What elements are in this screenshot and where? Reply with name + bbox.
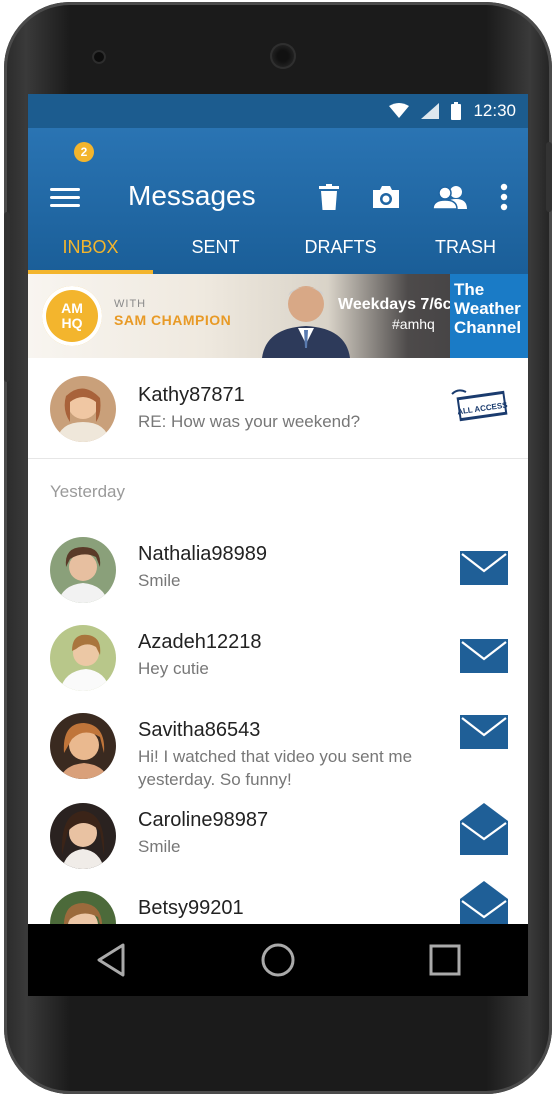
pinned-message-row[interactable]: Kathy87871 RE: How was your weekend? ALL… xyxy=(28,358,528,459)
front-camera xyxy=(92,50,106,64)
avatar[interactable] xyxy=(50,625,116,691)
tab-sent[interactable]: SENT xyxy=(153,222,278,274)
volume-button xyxy=(4,212,10,382)
signal-icon xyxy=(421,103,440,119)
message-preview: Smile xyxy=(138,837,181,856)
sender-name: Azadeh12218 xyxy=(138,631,262,653)
sender-name: Betsy99201 xyxy=(138,897,244,919)
tab-bar: INBOX SENT DRAFTS TRASH xyxy=(28,222,528,274)
power-button xyxy=(546,142,552,212)
avatar[interactable] xyxy=(50,803,116,869)
envelope-open-icon[interactable] xyxy=(460,879,508,924)
sender-name: Kathy87871 xyxy=(138,384,245,406)
status-bar: 12:30 xyxy=(28,94,528,128)
message-preview: Hi! I watched that video you sent me yes… xyxy=(138,747,413,789)
tab-drafts[interactable]: DRAFTS xyxy=(278,222,403,274)
back-button[interactable] xyxy=(81,930,141,990)
all-access-pass-icon[interactable]: ALL ACCESS xyxy=(444,388,510,424)
avatar[interactable] xyxy=(50,891,116,924)
message-preview: Hey cutie xyxy=(138,659,209,678)
envelope-closed-icon[interactable] xyxy=(460,715,508,749)
recents-square-icon xyxy=(429,944,461,976)
envelope-open-icon[interactable] xyxy=(460,801,508,855)
amhq-logo: AM HQ xyxy=(42,286,102,346)
envelope-closed-icon[interactable] xyxy=(460,639,508,673)
message-preview: Smile xyxy=(138,571,181,590)
weather-channel-logo: The Weather Channel xyxy=(450,274,528,358)
screen: 12:30 2 Messages INBOX SENT DRAFTS TRASH… xyxy=(28,94,528,924)
avatar[interactable] xyxy=(50,376,116,442)
ad-banner[interactable]: AM HQ WITH SAM CHAMPION Weekdays 7/6c #am… xyxy=(28,274,528,358)
back-triangle-icon xyxy=(97,943,125,977)
delete-button[interactable] xyxy=(318,182,340,212)
ad-host-name: SAM CHAMPION xyxy=(114,312,232,328)
message-row[interactable]: Nathalia98989 Smile xyxy=(28,525,528,613)
message-row[interactable]: Caroline98987 Smile xyxy=(28,791,528,879)
group-icon xyxy=(432,186,467,209)
earpiece-speaker xyxy=(270,43,296,69)
ad-hashtag: #amhq xyxy=(392,316,435,332)
trash-icon xyxy=(319,184,339,210)
wifi-icon xyxy=(389,103,410,118)
home-circle-icon xyxy=(261,943,295,977)
camera-button[interactable] xyxy=(370,182,402,212)
ad-with-text: WITH xyxy=(114,298,147,310)
battery-icon xyxy=(451,102,462,120)
camera-icon xyxy=(373,186,399,208)
clock: 12:30 xyxy=(473,101,516,120)
recents-button[interactable] xyxy=(415,930,475,990)
avatar[interactable] xyxy=(50,713,116,779)
sender-name: Nathalia98989 xyxy=(138,543,267,565)
message-row[interactable]: Betsy99201 xyxy=(28,879,528,924)
page-title: Messages xyxy=(128,180,256,211)
app-bar: 2 Messages INBOX SENT DRAFTS TRASH xyxy=(28,128,528,274)
overflow-menu-button[interactable] xyxy=(496,182,512,212)
ad-schedule: Weekdays 7/6c xyxy=(338,296,452,313)
tab-inbox[interactable]: INBOX xyxy=(28,222,153,274)
contacts-button[interactable] xyxy=(432,182,468,212)
notification-badge: 2 xyxy=(74,142,94,162)
system-nav-bar xyxy=(28,924,528,996)
more-vertical-icon xyxy=(500,183,508,211)
section-label: Yesterday xyxy=(50,482,125,501)
sender-name: Savitha86543 xyxy=(138,719,261,741)
sender-name: Caroline98987 xyxy=(138,809,269,831)
avatar[interactable] xyxy=(50,537,116,603)
message-row[interactable]: Savitha86543 Hi! I watched that video yo… xyxy=(28,701,528,791)
envelope-closed-icon[interactable] xyxy=(460,551,508,585)
message-preview: RE: How was your weekend? xyxy=(138,412,361,431)
home-button[interactable] xyxy=(248,930,308,990)
message-row[interactable]: Azadeh12218 Hey cutie xyxy=(28,613,528,701)
ad-host-photo xyxy=(262,286,350,358)
tab-trash[interactable]: TRASH xyxy=(403,222,528,274)
